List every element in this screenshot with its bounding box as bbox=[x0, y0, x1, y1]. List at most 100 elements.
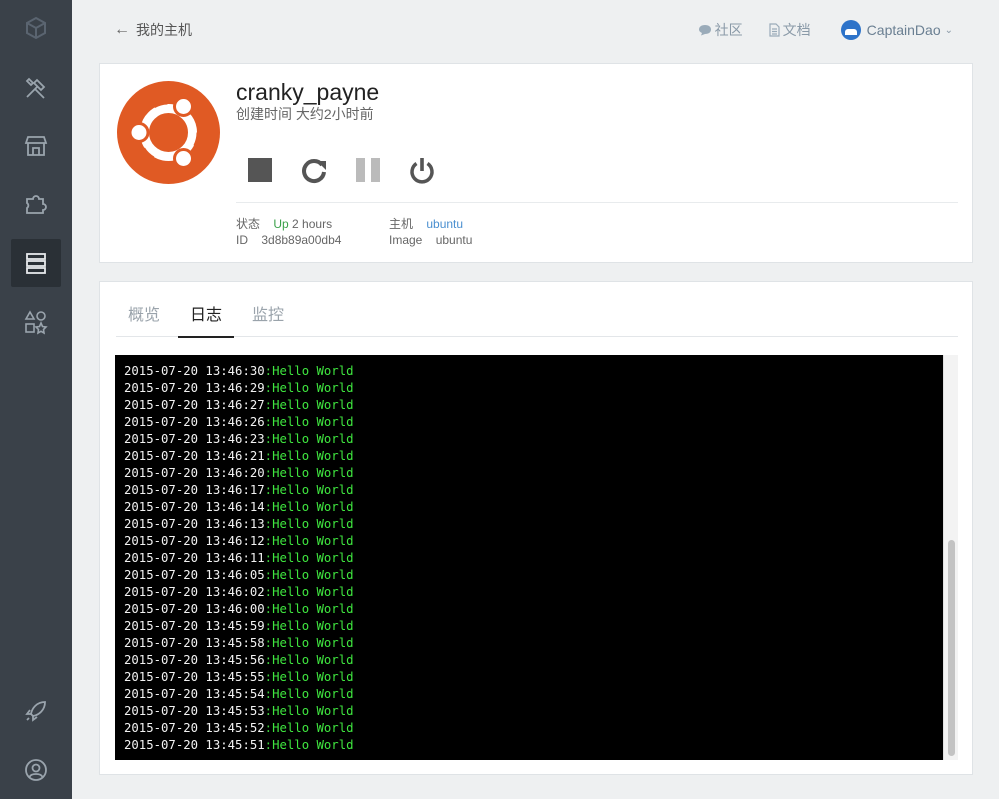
stop-button[interactable] bbox=[246, 156, 274, 184]
log-line: 2015-07-20 13:46:23:Hello World bbox=[115, 431, 943, 448]
log-line: 2015-07-20 13:46:05:Hello World bbox=[115, 567, 943, 584]
shapes-icon[interactable] bbox=[11, 298, 61, 346]
container-actions bbox=[246, 156, 462, 184]
log-separator: : bbox=[264, 551, 273, 565]
log-timestamp: 2015-07-20 13:45:52 bbox=[124, 721, 265, 735]
log-timestamp: 2015-07-20 13:46:12 bbox=[124, 534, 265, 548]
image-row: Image ubuntu bbox=[389, 233, 472, 247]
docs-link[interactable]: 文档 bbox=[768, 20, 811, 40]
log-message: Hello World bbox=[272, 415, 354, 429]
power-icon bbox=[410, 158, 434, 184]
log-timestamp: 2015-07-20 13:46:21 bbox=[124, 449, 265, 463]
log-separator: : bbox=[264, 704, 273, 718]
log-console[interactable]: 2015-07-20 13:46:30:Hello World 2015-07-2… bbox=[115, 355, 943, 760]
community-link[interactable]: 社区 bbox=[698, 20, 743, 40]
rocket-icon[interactable] bbox=[11, 687, 61, 735]
puzzle-icon[interactable] bbox=[11, 180, 61, 228]
log-timestamp: 2015-07-20 13:45:59 bbox=[124, 619, 265, 633]
log-message: Hello World bbox=[272, 500, 354, 514]
status-label: 状态 bbox=[236, 217, 261, 231]
log-timestamp: 2015-07-20 13:45:58 bbox=[124, 636, 265, 650]
image-value: ubuntu bbox=[435, 233, 473, 247]
restart-button[interactable] bbox=[300, 156, 328, 184]
log-message: Hello World bbox=[272, 466, 354, 480]
container-name: cranky_payne bbox=[236, 79, 380, 105]
log-separator: : bbox=[264, 432, 273, 446]
log-message: Hello World bbox=[272, 585, 354, 599]
log-message: Hello World bbox=[272, 483, 354, 497]
store-icon[interactable] bbox=[11, 122, 61, 170]
log-message: Hello World bbox=[272, 704, 354, 718]
log-separator: : bbox=[264, 381, 273, 395]
id-label: ID bbox=[236, 233, 248, 247]
container-detail-card: 概览 日志 监控 2015-07-20 13:46:30:Hello World… bbox=[99, 281, 973, 775]
log-separator: : bbox=[264, 568, 273, 582]
log-message: Hello World bbox=[272, 619, 354, 633]
image-label: Image bbox=[389, 233, 423, 247]
log-partial-line bbox=[115, 355, 943, 363]
log-line: 2015-07-20 13:46:21:Hello World bbox=[115, 448, 943, 465]
log-scrollbar[interactable] bbox=[943, 355, 958, 760]
log-message: Hello World bbox=[272, 738, 354, 752]
log-separator: : bbox=[264, 585, 273, 599]
chevron-down-icon: ⌄ bbox=[944, 24, 953, 36]
log-timestamp: 2015-07-20 13:45:56 bbox=[124, 653, 265, 667]
log-timestamp: 2015-07-20 13:45:53 bbox=[124, 704, 265, 718]
host-label: 主机 bbox=[389, 217, 414, 231]
log-timestamp: 2015-07-20 13:46:00 bbox=[124, 602, 265, 616]
log-scrollbar-thumb[interactable] bbox=[948, 540, 955, 756]
log-separator: : bbox=[264, 653, 273, 667]
log-message: Hello World bbox=[272, 687, 354, 701]
document-icon bbox=[769, 23, 780, 37]
log-line: 2015-07-20 13:45:58:Hello World bbox=[115, 635, 943, 652]
logo-cube-icon[interactable] bbox=[11, 4, 61, 52]
log-separator: : bbox=[264, 398, 273, 412]
host-row: 主机 ubuntu bbox=[389, 215, 463, 232]
log-timestamp: 2015-07-20 13:46:30 bbox=[124, 364, 265, 378]
avatar bbox=[840, 20, 861, 40]
log-line: 2015-07-20 13:46:27:Hello World bbox=[115, 397, 943, 414]
log-message: Hello World bbox=[272, 670, 354, 684]
log-line: 2015-07-20 13:45:52:Hello World bbox=[115, 720, 943, 737]
log-separator: : bbox=[264, 517, 273, 531]
log-timestamp: 2015-07-20 13:46:27 bbox=[124, 398, 265, 412]
ubuntu-logo-icon bbox=[117, 81, 220, 184]
log-separator: : bbox=[264, 534, 273, 548]
top-nav: 社区 文档 CaptainDao ⌄ bbox=[673, 20, 953, 40]
user-menu[interactable]: CaptainDao ⌄ bbox=[840, 20, 953, 40]
created-time: 创建时间 大约2小时前 bbox=[236, 106, 374, 122]
pause-button[interactable] bbox=[354, 156, 382, 184]
back-label: 我的主机 bbox=[136, 22, 192, 38]
community-label: 社区 bbox=[714, 22, 743, 38]
log-line: 2015-07-20 13:45:55:Hello World bbox=[115, 669, 943, 686]
log-line: 2015-07-20 13:46:00:Hello World bbox=[115, 601, 943, 618]
id-value: 3d8b89a00db4 bbox=[261, 233, 342, 247]
tab-overview[interactable]: 概览 bbox=[116, 304, 172, 337]
divider bbox=[236, 202, 958, 203]
log-message: Hello World bbox=[272, 721, 354, 735]
log-separator: : bbox=[264, 449, 273, 463]
log-separator: : bbox=[264, 670, 273, 684]
host-link[interactable]: ubuntu bbox=[426, 217, 463, 231]
servers-icon[interactable] bbox=[11, 239, 61, 287]
back-link[interactable]: ← 我的主机 bbox=[114, 20, 192, 40]
log-line: 2015-07-20 13:46:02:Hello World bbox=[115, 584, 943, 601]
arrow-left-icon: ← bbox=[114, 21, 130, 38]
tools-icon[interactable] bbox=[11, 64, 61, 112]
log-message: Hello World bbox=[272, 449, 354, 463]
log-separator: : bbox=[264, 721, 273, 735]
log-message: Hello World bbox=[272, 568, 354, 582]
log-message: Hello World bbox=[272, 517, 354, 531]
username: CaptainDao bbox=[866, 22, 941, 38]
user-icon[interactable] bbox=[11, 746, 61, 794]
tab-monitor[interactable]: 监控 bbox=[240, 304, 296, 337]
status-duration: 2 hours bbox=[292, 217, 333, 231]
log-line: 2015-07-20 13:45:59:Hello World bbox=[115, 618, 943, 635]
log-separator: : bbox=[264, 466, 273, 480]
log-separator: : bbox=[264, 602, 273, 616]
log-timestamp: 2015-07-20 13:45:55 bbox=[124, 670, 265, 684]
power-button[interactable] bbox=[408, 156, 436, 184]
status-row: 状态 Up 2 hours bbox=[236, 215, 332, 232]
tab-logs[interactable]: 日志 bbox=[178, 304, 235, 338]
log-line: 2015-07-20 13:45:53:Hello World bbox=[115, 703, 943, 720]
